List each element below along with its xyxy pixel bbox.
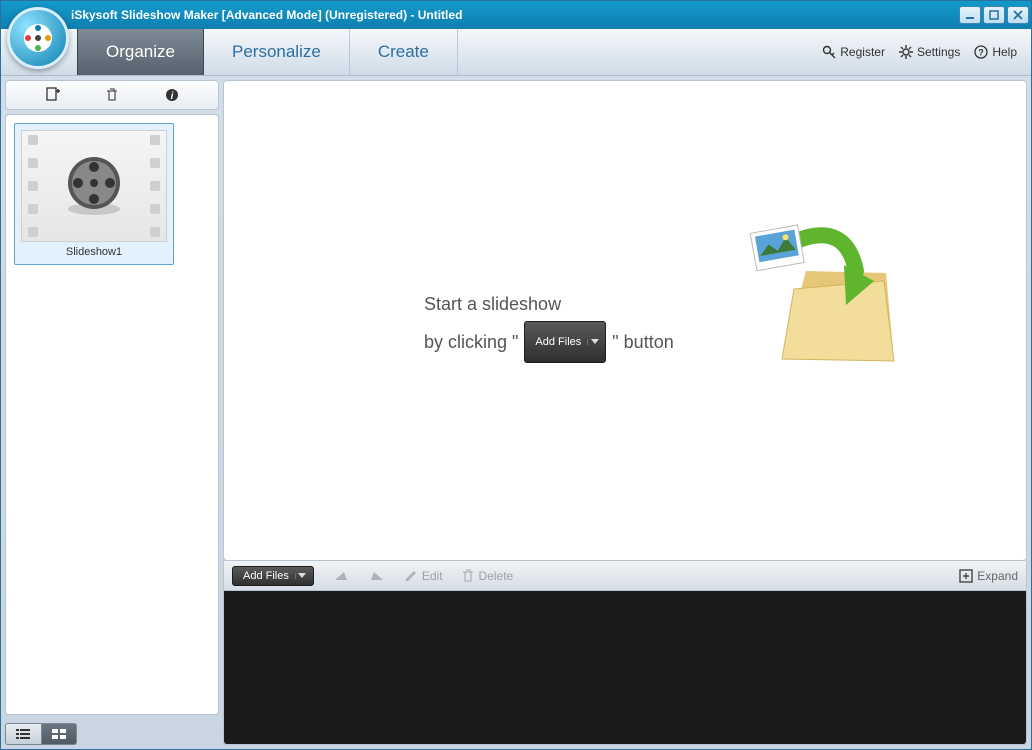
settings-label: Settings xyxy=(917,45,960,59)
tab-organize[interactable]: Organize xyxy=(77,29,204,75)
thumb-preview xyxy=(21,130,167,242)
info-button[interactable]: i xyxy=(159,84,185,106)
edit-button[interactable]: Edit xyxy=(404,569,443,583)
film-reel-icon xyxy=(59,151,129,221)
main-area: Start a slideshow by clicking " Add File… xyxy=(223,80,1027,745)
add-slideshow-button[interactable] xyxy=(40,84,66,106)
add-page-icon xyxy=(45,87,61,103)
hint-addfiles-label: Add Files xyxy=(535,325,581,359)
tab-personalize[interactable]: Personalize xyxy=(204,29,350,75)
trash-icon xyxy=(105,88,119,102)
list-view-icon xyxy=(16,729,30,739)
key-icon xyxy=(822,45,836,59)
help-label: Help xyxy=(992,45,1017,59)
app-window: iSkysoft Slideshow Maker [Advanced Mode]… xyxy=(0,0,1032,750)
folder-icon xyxy=(746,211,916,381)
dropdown-arrow-icon xyxy=(587,339,601,345)
gear-icon xyxy=(899,45,913,59)
minimize-button[interactable] xyxy=(959,6,981,24)
expand-button[interactable]: Expand xyxy=(959,569,1018,583)
rotate-left-button[interactable] xyxy=(332,569,350,583)
hint-line2-prefix: by clicking " xyxy=(424,325,518,359)
close-button[interactable] xyxy=(1007,6,1029,24)
rotate-right-button[interactable] xyxy=(368,569,386,583)
hint-line2-suffix: " button xyxy=(612,325,673,359)
reel-icon xyxy=(18,18,58,58)
rotate-left-icon xyxy=(332,569,350,583)
hint-line2: by clicking " Add Files " button xyxy=(424,321,674,363)
expand-label: Expand xyxy=(977,569,1018,583)
view-toggle xyxy=(5,723,77,745)
sidebar: i xyxy=(5,80,219,745)
register-label: Register xyxy=(840,45,885,59)
trash-icon xyxy=(461,569,475,583)
delete-label: Delete xyxy=(479,569,514,583)
window-controls xyxy=(959,6,1029,24)
pencil-icon xyxy=(404,569,418,583)
svg-text:i: i xyxy=(170,91,173,102)
sidebar-toolbar: i xyxy=(5,80,219,110)
hint-line1: Start a slideshow xyxy=(424,287,674,321)
hint-text: Start a slideshow by clicking " Add File… xyxy=(424,287,674,363)
addfiles-label: Add Files xyxy=(243,570,289,582)
edit-label: Edit xyxy=(422,569,443,583)
svg-text:?: ? xyxy=(979,48,985,58)
header-right: Register Settings ? Help xyxy=(822,29,1031,75)
grid-view-icon xyxy=(52,729,66,739)
delete-slideshow-button[interactable] xyxy=(99,84,125,106)
dropdown-arrow-icon xyxy=(295,573,309,579)
rotate-right-icon xyxy=(368,569,386,583)
view-list-button[interactable] xyxy=(5,723,42,745)
app-logo xyxy=(7,7,69,69)
delete-button[interactable]: Delete xyxy=(461,569,514,583)
minimize-icon xyxy=(965,10,975,20)
header-bar: Organize Personalize Create Register Set… xyxy=(1,29,1031,76)
close-icon xyxy=(1013,10,1023,20)
tab-create[interactable]: Create xyxy=(350,29,458,75)
window-title: iSkysoft Slideshow Maker [Advanced Mode]… xyxy=(11,8,462,22)
thumb-caption: Slideshow1 xyxy=(21,242,167,258)
folder-graphic xyxy=(746,211,916,381)
hint-addfiles-button[interactable]: Add Files xyxy=(524,321,606,363)
view-grid-button[interactable] xyxy=(42,723,78,745)
filmstrip[interactable] xyxy=(223,591,1027,745)
maximize-icon xyxy=(989,10,999,20)
film-toolbar: Add Files Edit Delete xyxy=(223,561,1027,591)
help-button[interactable]: ? Help xyxy=(974,45,1017,59)
addfiles-button[interactable]: Add Files xyxy=(232,566,314,586)
canvas: Start a slideshow by clicking " Add File… xyxy=(223,80,1027,561)
register-button[interactable]: Register xyxy=(822,45,885,59)
expand-icon xyxy=(959,569,973,583)
help-icon: ? xyxy=(974,45,988,59)
slideshow-list: Slideshow1 xyxy=(5,114,219,715)
maximize-button[interactable] xyxy=(983,6,1005,24)
info-icon: i xyxy=(165,88,179,102)
hint-area: Start a slideshow by clicking " Add File… xyxy=(224,81,1026,560)
body: i xyxy=(1,76,1031,749)
slideshow-thumb-1[interactable]: Slideshow1 xyxy=(14,123,174,265)
nav-tabs: Organize Personalize Create xyxy=(77,29,458,75)
settings-button[interactable]: Settings xyxy=(899,45,960,59)
titlebar: iSkysoft Slideshow Maker [Advanced Mode]… xyxy=(1,1,1031,29)
